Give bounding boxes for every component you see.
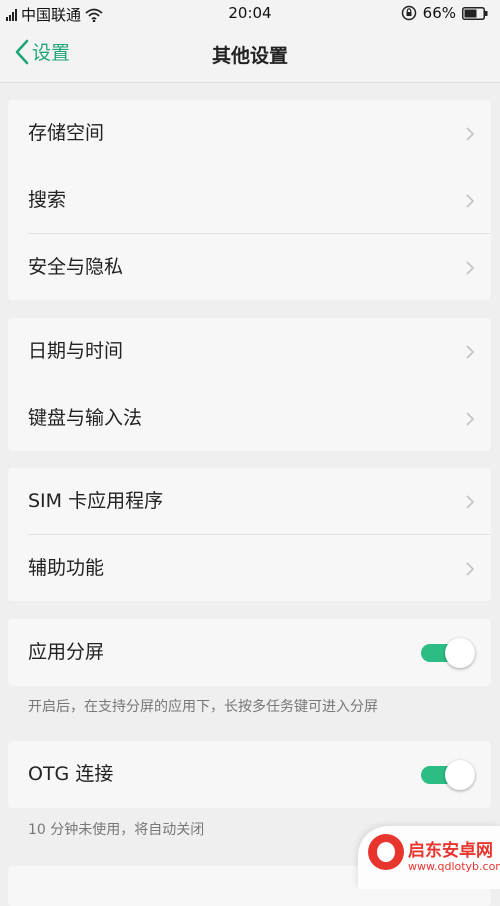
settings-item-label: 应用分屏	[28, 641, 105, 663]
battery-icon	[462, 6, 488, 20]
settings-item-label: 安全与隐私	[28, 256, 124, 278]
settings-item-label: 日期与时间	[28, 340, 124, 362]
chevron-right-icon	[466, 261, 475, 275]
otg-toggle[interactable]	[419, 760, 475, 790]
split-screen-description: 开启后，在支持分屏的应用下，长按多任务键可进入分屏	[28, 699, 378, 715]
settings-group-storage: 存储空间 搜索 安全与隐私	[8, 100, 491, 300]
toggle-knob	[445, 760, 475, 790]
chevron-right-icon	[466, 495, 475, 509]
watermark-logo-icon	[368, 834, 404, 870]
settings-item-label: 键盘与输入法	[28, 407, 143, 429]
toggle-card-otg: OTG 连接	[8, 741, 491, 808]
settings-item-label: SIM 卡应用程序	[28, 490, 164, 512]
watermark-title: 启东安卓网	[408, 841, 493, 861]
settings-item-keyboard[interactable]: 键盘与输入法	[8, 385, 491, 452]
toggle-card-split-screen: 应用分屏	[8, 619, 491, 686]
settings-item-label: 辅助功能	[28, 557, 105, 579]
chevron-right-icon	[466, 412, 475, 426]
settings-item-split-screen: 应用分屏	[8, 619, 491, 686]
status-bar: 中国联通 20:04 66%	[0, 0, 500, 26]
settings-item-label: OTG 连接	[28, 763, 114, 785]
watermark-badge: 启东安卓网 www.qdlotyb.com	[358, 826, 500, 889]
nav-bar: 设置 其他设置	[0, 26, 500, 83]
rotation-lock-icon	[401, 5, 416, 21]
settings-item-security-privacy[interactable]: 安全与隐私	[8, 234, 491, 301]
settings-group-sim: SIM 卡应用程序 辅助功能	[8, 468, 491, 601]
page-title: 其他设置	[211, 45, 288, 67]
chevron-right-icon	[466, 345, 475, 359]
settings-item-sim-toolkit[interactable]: SIM 卡应用程序	[8, 468, 491, 535]
chevron-right-icon	[466, 194, 475, 208]
otg-description: 10 分钟未使用，将自动关闭	[28, 822, 205, 838]
settings-item-search[interactable]: 搜索	[8, 167, 491, 234]
settings-item-storage[interactable]: 存储空间	[8, 100, 491, 167]
toggle-knob	[445, 638, 475, 668]
settings-group-datetime: 日期与时间 键盘与输入法	[8, 318, 491, 451]
chevron-right-icon	[466, 127, 475, 141]
watermark-url: www.qdlotyb.com	[408, 860, 500, 873]
status-right: 66%	[401, 4, 488, 22]
chevron-right-icon	[466, 562, 475, 576]
settings-item-label: 存储空间	[28, 122, 105, 144]
settings-item-date-time[interactable]: 日期与时间	[8, 318, 491, 385]
settings-item-otg: OTG 连接	[8, 741, 491, 808]
settings-item-accessibility[interactable]: 辅助功能	[8, 535, 491, 602]
battery-percent: 66%	[422, 4, 456, 22]
settings-item-label: 搜索	[28, 189, 67, 211]
split-screen-toggle[interactable]	[419, 638, 475, 668]
